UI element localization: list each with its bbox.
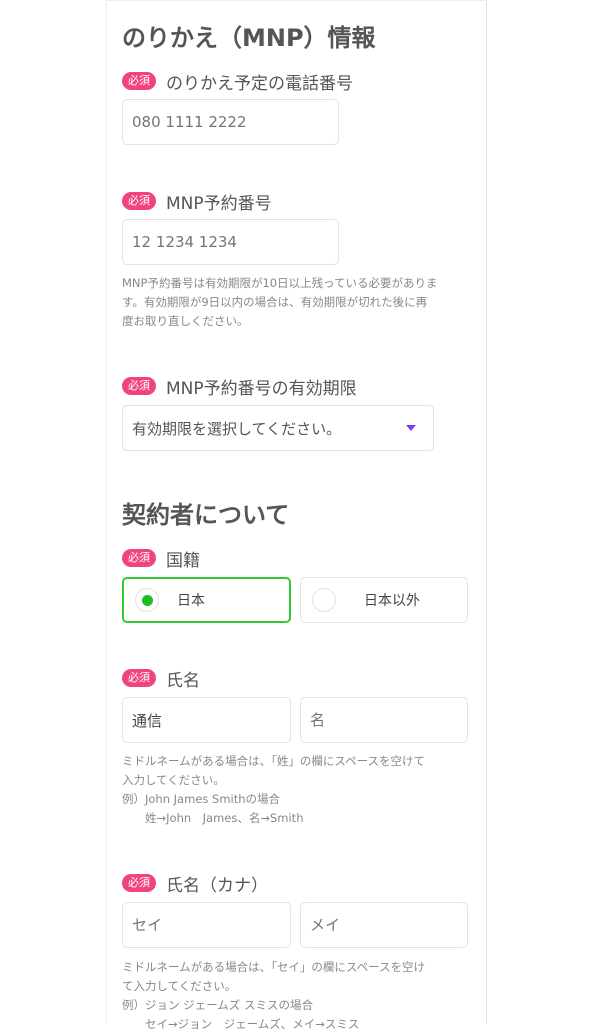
- first-name-input[interactable]: [300, 697, 468, 743]
- field-label-kana: 必須 氏名（カナ）: [122, 872, 268, 896]
- required-badge: 必須: [122, 72, 156, 90]
- select-value: 有効期限を選択してください。: [132, 419, 342, 438]
- last-name-kana-input[interactable]: [122, 902, 291, 948]
- phone-input[interactable]: [122, 99, 339, 145]
- radio-checked-icon: [135, 588, 159, 612]
- label-text: 氏名（カナ）: [166, 875, 268, 896]
- label-text: のりかえ予定の電話番号: [166, 73, 353, 94]
- radio-non-japan[interactable]: 日本以外: [300, 577, 468, 623]
- help-line: 度お取り直しください。: [122, 314, 249, 328]
- required-badge: 必須: [122, 669, 156, 687]
- mnp-number-input[interactable]: [122, 219, 339, 265]
- radio-label: 日本以外: [364, 593, 420, 609]
- help-line: 姓→John James、名→Smith: [122, 811, 304, 825]
- dropdown-arrow-icon: [406, 425, 416, 431]
- expiry-select[interactable]: 有効期限を選択してください。: [122, 405, 434, 451]
- radio-unchecked-icon: [312, 588, 336, 612]
- label-text: MNP予約番号: [166, 193, 272, 214]
- field-label-name: 必須 氏名: [122, 667, 200, 691]
- help-line: ミドルネームがある場合は、「セイ」の欄にスペースを空け: [122, 960, 426, 974]
- help-line: て入力してください。: [122, 979, 237, 993]
- first-name-kana-input[interactable]: [300, 902, 468, 948]
- help-line: 入力してください。: [122, 773, 225, 787]
- field-label-phone: 必須 のりかえ予定の電話番号: [122, 70, 353, 94]
- kana-help: ミドルネームがある場合は、「セイ」の欄にスペースを空け て入力してください。 例…: [122, 958, 472, 1034]
- help-line: セイ→ジョン ジェームズ、メイ→スミス: [122, 1017, 360, 1031]
- help-line: す。有効期限が9日以内の場合は、有効期限が切れた後に再: [122, 295, 428, 309]
- field-label-nationality: 必須 国籍: [122, 547, 200, 571]
- label-text: 氏名: [166, 670, 200, 691]
- required-badge: 必須: [122, 377, 156, 395]
- radio-label: 日本: [177, 593, 205, 609]
- field-label-expiry: 必須 MNP予約番号の有効期限: [122, 375, 357, 399]
- label-text: 国籍: [166, 550, 200, 571]
- label-text: MNP予約番号の有効期限: [166, 378, 357, 399]
- help-line: 例）ジョン ジェームズ スミスの場合: [122, 998, 313, 1012]
- required-badge: 必須: [122, 874, 156, 892]
- required-badge: 必須: [122, 192, 156, 210]
- section-title-contractor: 契約者について: [122, 501, 290, 529]
- help-line: MNP予約番号は有効期限が10日以上残っている必要がありま: [122, 276, 438, 290]
- help-line: 例）John James Smithの場合: [122, 792, 281, 806]
- last-name-input[interactable]: 通信: [122, 697, 291, 743]
- required-badge: 必須: [122, 549, 156, 567]
- name-help: ミドルネームがある場合は、「姓」の欄にスペースを空けて 入力してください。 例）…: [122, 752, 472, 828]
- field-label-mnp-number: 必須 MNP予約番号: [122, 190, 272, 214]
- radio-japan[interactable]: 日本: [122, 577, 291, 623]
- section-title-mnp: のりかえ（MNP）情報: [122, 24, 376, 52]
- help-line: ミドルネームがある場合は、「姓」の欄にスペースを空けて: [122, 754, 426, 768]
- mnp-number-help: MNP予約番号は有効期限が10日以上残っている必要がありま す。有効期限が9日以…: [122, 274, 472, 331]
